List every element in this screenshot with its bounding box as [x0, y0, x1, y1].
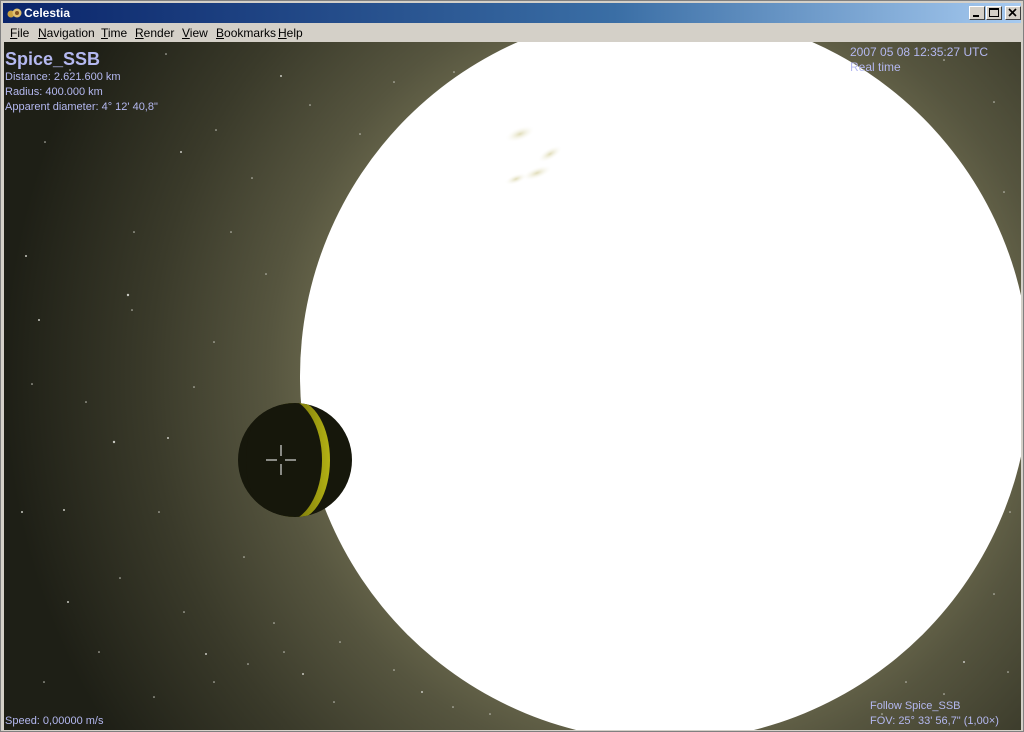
sun-disc	[300, 42, 1021, 730]
menu-bar: File Navigation Time Render View Bookmar…	[3, 23, 1021, 42]
follow-readout: Follow Spice_SSB	[870, 700, 961, 712]
selected-object-name: Spice_SSB	[5, 49, 101, 69]
time-info: 2007 05 08 12:35:27 UTC Real time	[850, 45, 988, 75]
menu-file[interactable]: File	[10, 26, 29, 40]
celestia-window: Celestia File Navigation Time Render Vie…	[0, 0, 1024, 732]
apparent-diameter-readout: Apparent diameter: 4° 12' 40,8"	[5, 101, 158, 113]
space-scene	[4, 42, 1021, 730]
menu-view[interactable]: View	[182, 26, 208, 40]
menu-time[interactable]: Time	[101, 26, 127, 40]
close-button[interactable]	[1005, 6, 1021, 20]
distance-readout: Distance: 2.621.600 km	[5, 71, 121, 83]
camera-info: Follow Spice_SSB FOV: 25° 33' 56,7" (1,0…	[870, 699, 999, 729]
speed-readout: Speed: 0,00000 m/s	[5, 715, 104, 727]
menu-help[interactable]: Help	[278, 26, 303, 40]
celestia-logo-icon	[7, 8, 22, 18]
radius-readout: Radius: 400.000 km	[5, 86, 103, 98]
menu-navigation[interactable]: Navigation	[38, 26, 95, 40]
maximize-button[interactable]	[986, 6, 1002, 20]
maximize-icon	[989, 8, 999, 17]
fov-readout: FOV: 25° 33' 56,7" (1,00×)	[870, 715, 999, 727]
minimize-icon	[973, 15, 979, 17]
object-info: Distance: 2.621.600 km Radius: 400.000 k…	[5, 70, 158, 115]
title-bar[interactable]: Celestia	[3, 3, 1021, 23]
close-icon	[1008, 8, 1017, 17]
minimize-button[interactable]	[969, 6, 985, 20]
menu-bookmarks[interactable]: Bookmarks	[216, 26, 276, 40]
menu-render[interactable]: Render	[135, 26, 174, 40]
time-rate-readout: Real time	[850, 60, 901, 74]
datetime-readout: 2007 05 08 12:35:27 UTC	[850, 45, 989, 59]
3d-viewport[interactable]: Spice_SSB Distance: 2.621.600 km Radius:…	[4, 42, 1021, 730]
window-title: Celestia	[24, 6, 71, 20]
